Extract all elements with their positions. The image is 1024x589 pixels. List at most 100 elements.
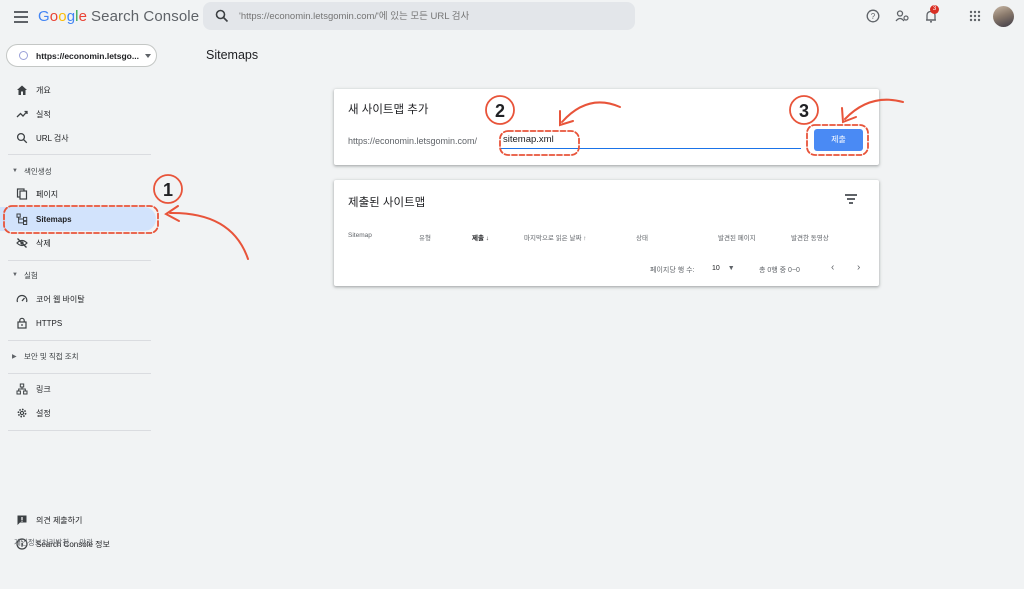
sidebar-item-label: 설정 (36, 408, 51, 418)
caret-down-icon: ▼ (727, 265, 735, 272)
site-url-prefix: https://economin.letsgomin.com/ (348, 136, 478, 146)
previous-page-icon[interactable]: ‹ (831, 262, 834, 273)
sidebar-item-overview[interactable]: 개요 (0, 78, 160, 102)
manage-users-icon[interactable] (895, 9, 909, 23)
next-page-icon[interactable]: › (857, 262, 860, 273)
sitemap-url-input[interactable]: sitemap.xml (501, 133, 801, 149)
sidebar-divider (8, 340, 151, 341)
rows-per-page-value: 10 (712, 265, 720, 272)
main-menu-icon[interactable] (12, 8, 30, 24)
sidebar-item-removals[interactable]: 삭제 (0, 231, 160, 255)
privacy-policy-link[interactable]: 개인정보처리방침 (14, 538, 69, 547)
submitted-sitemaps-title: 제출된 사이트맵 (348, 197, 426, 209)
arrow-1-head (164, 205, 180, 222)
notification-count-badge: 3 (930, 5, 939, 14)
sidebar-section-security[interactable]: ▶ 보안 및 직접 조치 (0, 346, 160, 366)
sidebar-item-label: 의견 제출하기 (36, 515, 83, 525)
logo-letter: o (58, 8, 67, 25)
arrow-1 (169, 211, 249, 260)
filter-icon[interactable] (845, 194, 857, 204)
sidebar-item-label: 링크 (36, 384, 51, 394)
sidebar-item-pages[interactable]: 페이지 (0, 182, 160, 206)
rows-per-page-select[interactable]: 10 ▼ (712, 265, 735, 272)
home-icon (17, 85, 27, 95)
sidebar-item-label: URL 검사 (36, 133, 69, 143)
lock-icon (17, 317, 27, 329)
sidebar-item-label: 페이지 (36, 189, 59, 199)
logo-letter: g (66, 8, 76, 25)
logo-letter: G (38, 8, 50, 25)
apps-grid-icon[interactable] (969, 10, 981, 22)
column-header-type[interactable]: 유형 (419, 232, 431, 242)
chevron-down-icon (144, 53, 151, 58)
column-header-discovered-pages[interactable]: 발견된 페이지 (718, 232, 756, 242)
logo-letter: o (49, 8, 59, 25)
sidebar-item-performance[interactable]: 실적 (0, 102, 160, 126)
sidebar-divider (8, 154, 151, 155)
sidebar-item-label: 삭제 (36, 238, 51, 248)
add-sitemap-card: 새 사이트맵 추가 https://economin.letsgomin.com… (334, 89, 879, 165)
sidebar-item-label: Sitemaps (36, 214, 72, 224)
sidebar-section-label: 실험 (24, 270, 38, 280)
property-selector[interactable]: https://economin.letsgo... (6, 44, 157, 67)
submit-button[interactable]: 제출 (814, 129, 863, 151)
sidebar-item-https[interactable]: HTTPS (0, 311, 160, 335)
logo-product-name: Search Console (91, 8, 200, 25)
search-input[interactable] (239, 10, 619, 22)
visibility-off-icon (16, 238, 28, 248)
column-header-discovered-videos[interactable]: 발견한 동영상 (791, 232, 829, 242)
sidebar-section-indexing[interactable]: ▼ 색인생성 (0, 161, 160, 181)
sidebar-item-links[interactable]: 링크 (0, 377, 160, 401)
url-inspection-search[interactable] (203, 2, 635, 30)
property-globe-icon (19, 51, 28, 60)
footer-links: 개인정보처리방침 약관 (14, 537, 103, 548)
search-console-logo[interactable]: Google Search Console (38, 8, 199, 25)
arrow-up-icon: ↑ (583, 235, 587, 242)
sidebar-item-label: 개요 (36, 85, 51, 95)
column-header-submitted[interactable]: 제출 ↓ (472, 232, 489, 242)
sidebar-item-label: 실적 (36, 109, 51, 119)
property-label: https://economin.letsgo... (36, 50, 139, 61)
gear-icon (17, 408, 27, 418)
column-header-sitemap[interactable]: Sitemap (348, 232, 372, 239)
logo-letter: e (78, 8, 88, 25)
arrow-down-icon: ↓ (485, 235, 490, 242)
column-header-label: 제출 (472, 235, 484, 242)
sidebar-divider (8, 373, 151, 374)
sidebar-item-sitemaps[interactable]: Sitemaps (0, 207, 156, 231)
sidebar-divider (8, 430, 151, 431)
sidebar-item-label: HTTPS (36, 318, 63, 328)
caret-right-icon: ▶ (12, 353, 17, 360)
sidebar-item-label: 코어 웹 바이탈 (36, 294, 85, 304)
svg-text:?: ? (871, 12, 876, 21)
sidebar-divider (8, 260, 151, 261)
add-sitemap-title: 새 사이트맵 추가 (348, 104, 429, 116)
submitted-sitemaps-card: 제출된 사이트맵 Sitemap 유형 제출 ↓ 마지막으로 읽은 날짜 ↑ 상… (334, 180, 879, 286)
column-header-label: 마지막으로 읽은 날짜 (524, 235, 582, 242)
column-header-status[interactable]: 상태 (636, 232, 648, 242)
caret-down-icon: ▼ (12, 168, 18, 174)
sidebar-section-experience[interactable]: ▼ 실험 (0, 265, 160, 285)
sidebar: https://economin.letsgo... 개요 실적 URL 검사 … (0, 33, 165, 589)
help-icon[interactable]: ? (866, 9, 880, 23)
search-icon (215, 9, 229, 23)
rows-per-page-label: 페이지당 행 수: (650, 267, 695, 274)
pagination-range: 총 0행 중 0~0 (759, 267, 800, 274)
terms-link[interactable]: 약관 (79, 538, 93, 547)
sidebar-section-label: 색인생성 (24, 166, 52, 176)
sitemap-icon (16, 213, 28, 225)
page-title: Sitemaps (206, 48, 259, 62)
account-avatar[interactable] (993, 6, 1014, 27)
sidebar-section-label: 보안 및 직접 조치 (24, 351, 79, 361)
links-tree-icon (16, 383, 28, 395)
search-icon (16, 132, 28, 144)
sidebar-item-settings[interactable]: 설정 (0, 401, 160, 425)
column-header-last-read[interactable]: 마지막으로 읽은 날짜 ↑ (524, 232, 587, 242)
top-bar: GoogleSearch Console ? 3 (0, 0, 1024, 33)
caret-down-icon: ▼ (12, 272, 18, 278)
sidebar-item-feedback[interactable]: 의견 제출하기 (0, 508, 160, 532)
sidebar-item-core-web-vitals[interactable]: 코어 웹 바이탈 (0, 287, 160, 311)
feedback-icon (17, 515, 27, 525)
sidebar-item-url-inspection[interactable]: URL 검사 (0, 126, 160, 150)
speed-gauge-icon (16, 295, 28, 303)
